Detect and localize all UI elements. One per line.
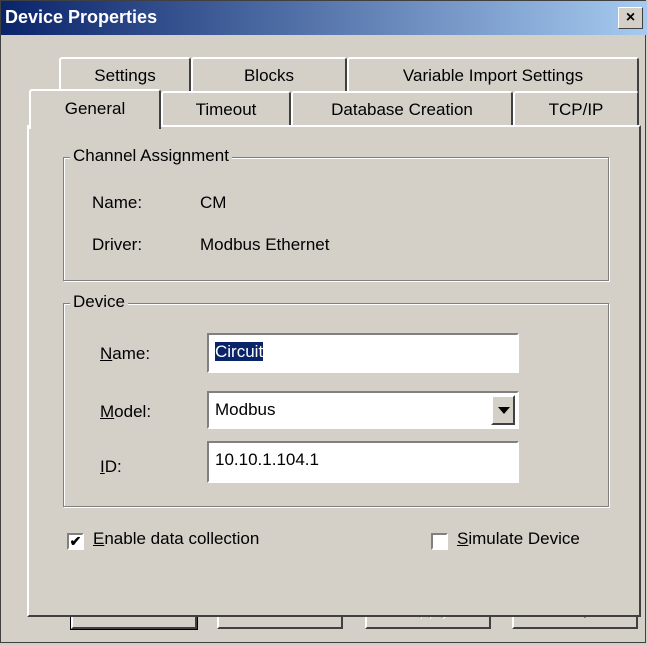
tab-general[interactable]: General: [29, 89, 161, 129]
tab-blocks[interactable]: Blocks: [191, 57, 347, 93]
device-name-input[interactable]: Circuit: [207, 333, 519, 373]
chevron-down-icon[interactable]: [491, 395, 515, 425]
model-select[interactable]: Modbus: [207, 391, 519, 429]
tab-database-creation[interactable]: Database Creation: [291, 91, 513, 126]
channel-assignment-label: Channel Assignment: [70, 146, 232, 166]
driver-value: Modbus Ethernet: [200, 235, 330, 254]
tab-tcp-ip[interactable]: TCP/IP: [513, 91, 639, 126]
device-properties-dialog: Device Properties × Settings Blocks Vari…: [0, 0, 647, 643]
device-group-label: Device: [70, 292, 128, 312]
tab-settings[interactable]: Settings: [59, 57, 191, 93]
enable-data-collection-label[interactable]: Enable data collection: [93, 529, 259, 549]
device-name-label: Name:: [100, 344, 151, 363]
channel-name-label: Name:: [92, 193, 143, 212]
device-group: Device Name: Circuit Model: Modbus ID: 1…: [63, 292, 609, 507]
channel-name-value: CM: [200, 193, 227, 212]
tab-variable-import-settings[interactable]: Variable Import Settings: [347, 57, 639, 93]
channel-assignment-group: Channel Assignment Name: CM Driver: Modb…: [63, 146, 609, 281]
close-icon[interactable]: ×: [618, 7, 643, 29]
window-title: Device Properties: [5, 7, 158, 27]
device-id-input[interactable]: 10.10.1.104.1: [207, 441, 519, 483]
title-bar[interactable]: Device Properties ×: [1, 1, 647, 35]
simulate-device-label[interactable]: Simulate Device: [457, 529, 580, 549]
tab-timeout[interactable]: Timeout: [161, 91, 291, 126]
model-label: Model:: [100, 402, 152, 421]
enable-data-collection-checkbox[interactable]: ✔: [67, 533, 84, 550]
driver-label: Driver:: [92, 235, 143, 254]
id-label: ID:: [100, 457, 122, 476]
general-tab-panel: Channel Assignment Name: CM Driver: Modb…: [27, 125, 641, 617]
simulate-device-checkbox[interactable]: [431, 533, 448, 550]
